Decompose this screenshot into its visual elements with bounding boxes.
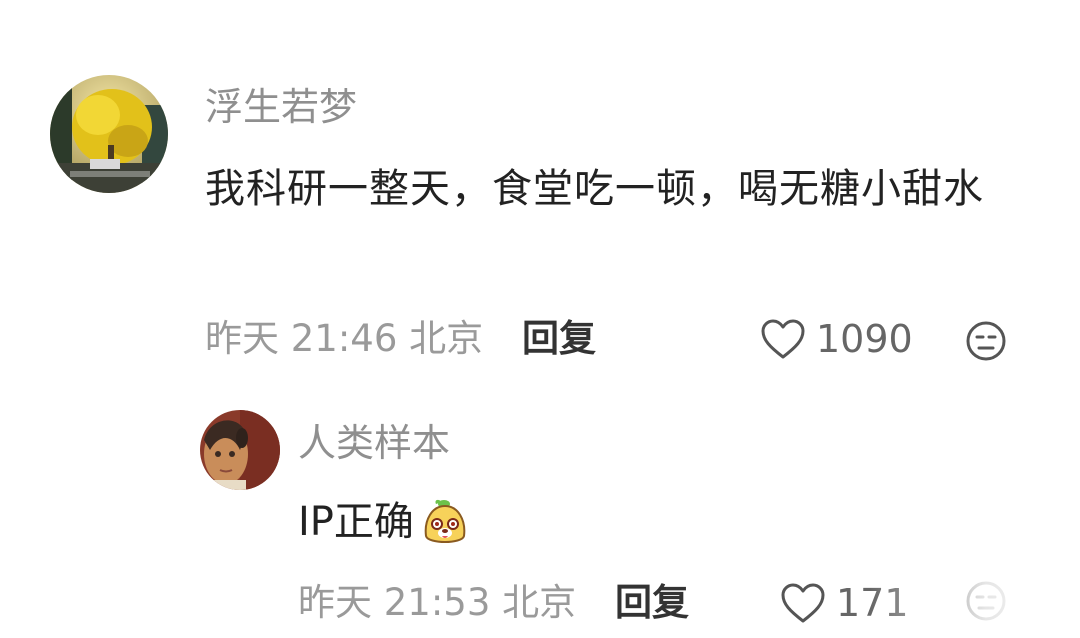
neutral-face-icon [966,321,1006,361]
comment-timestamp-location: 昨天 21:46 北京 [205,317,484,360]
bottom-fade-overlay [870,572,1080,638]
like-button[interactable]: 1090 [760,318,913,360]
comment-author[interactable]: 浮生若梦 [205,88,357,126]
comment-author[interactable]: 人类样本 [298,424,450,462]
dog-face-emoji [424,499,466,543]
avatar-ginkgo-photo [50,75,168,193]
comment-timestamp-location: 昨天 21:53 北京 [298,581,577,624]
like-count: 1090 [816,317,913,361]
comment-text-row: IP正确 [298,496,470,548]
reaction-button[interactable] [965,320,1007,366]
reply-button[interactable]: 回复 [615,584,689,621]
avatar[interactable] [200,410,280,490]
reply-button[interactable]: 回复 [522,320,596,357]
comment-text: IP正确 [298,499,414,545]
heart-outline-icon [781,583,825,623]
avatar[interactable] [50,75,168,193]
heart-outline-icon [761,319,805,359]
avatar-painting-portrait [200,410,280,490]
comment-text: 我科研一整天，食堂吃一顿，喝无糖小甜水 [205,166,984,212]
